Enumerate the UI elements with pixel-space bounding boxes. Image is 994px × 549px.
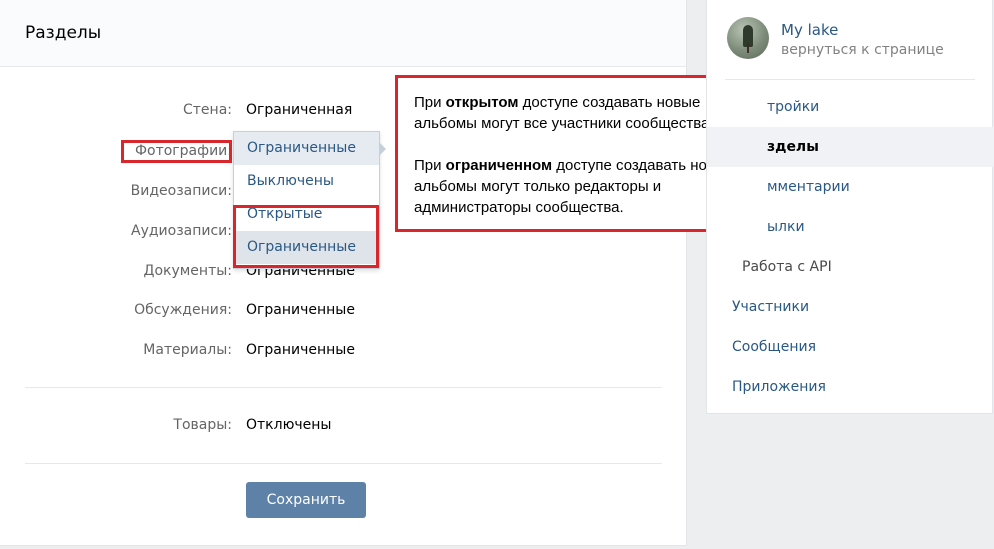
dropdown-pointer [380, 143, 386, 155]
row-label: Стена: [183, 102, 232, 118]
materials-value[interactable]: Ограниченные [246, 340, 355, 360]
sidebar-item-comments[interactable]: мментарии [707, 167, 994, 207]
back-to-page-link[interactable]: вернуться к странице [781, 42, 944, 58]
row-documents: Документы: [0, 261, 233, 281]
sidebar-item-messages[interactable]: Сообщения [707, 327, 994, 367]
panel-header: Разделы [0, 0, 686, 67]
sidebar-item-sections[interactable]: зделы [707, 127, 994, 167]
row-label: Материалы: [143, 342, 232, 358]
tree-trunk [747, 43, 749, 53]
row-label: Видеозаписи: [130, 183, 232, 199]
wall-value[interactable]: Ограниченная [246, 100, 352, 120]
goods-value[interactable]: Отключены [246, 415, 331, 435]
sidebar: My lake вернуться к странице тройки здел… [706, 0, 994, 414]
row-label: Документы: [143, 263, 233, 279]
sidebar-item-apps[interactable]: Приложения [707, 367, 994, 407]
group-name-link[interactable]: My lake [781, 21, 838, 39]
dropdown-option[interactable]: Выключены [234, 165, 379, 198]
sidebar-item-links[interactable]: ылки [707, 207, 994, 247]
row-label: Товары: [173, 417, 232, 433]
tooltip-paragraph-open: При открытом доступе создавать новые аль… [414, 94, 714, 132]
sidebar-item-settings[interactable]: тройки [707, 87, 994, 127]
divider [725, 79, 975, 80]
row-label: Обсуждения: [134, 302, 232, 318]
sidebar-item-members[interactable]: Участники [707, 287, 994, 327]
save-button[interactable]: Сохранить [246, 482, 366, 518]
row-videos: Видеозаписи: [0, 181, 232, 201]
row-label: Аудиозаписи: [131, 223, 232, 239]
discussions-value[interactable]: Ограниченные [246, 300, 355, 320]
page-title: Разделы [25, 23, 102, 43]
divider [25, 387, 662, 388]
dropdown-option[interactable]: Ограниченные [234, 132, 379, 165]
avatar[interactable] [727, 17, 769, 59]
annotation-box-options [233, 205, 379, 268]
row-materials: Материалы: [0, 340, 232, 360]
row-discussions: Обсуждения: [0, 300, 232, 320]
sidebar-item-api[interactable]: Работа с API [707, 247, 994, 287]
divider [25, 463, 662, 464]
row-goods: Товары: [0, 415, 232, 435]
tooltip-paragraph-restricted: При ограниченном доступе создавать новые… [414, 157, 734, 216]
annotation-box-photos-label [121, 140, 232, 163]
row-wall: Стена: [0, 100, 232, 120]
row-audio: Аудиозаписи: [0, 221, 232, 241]
